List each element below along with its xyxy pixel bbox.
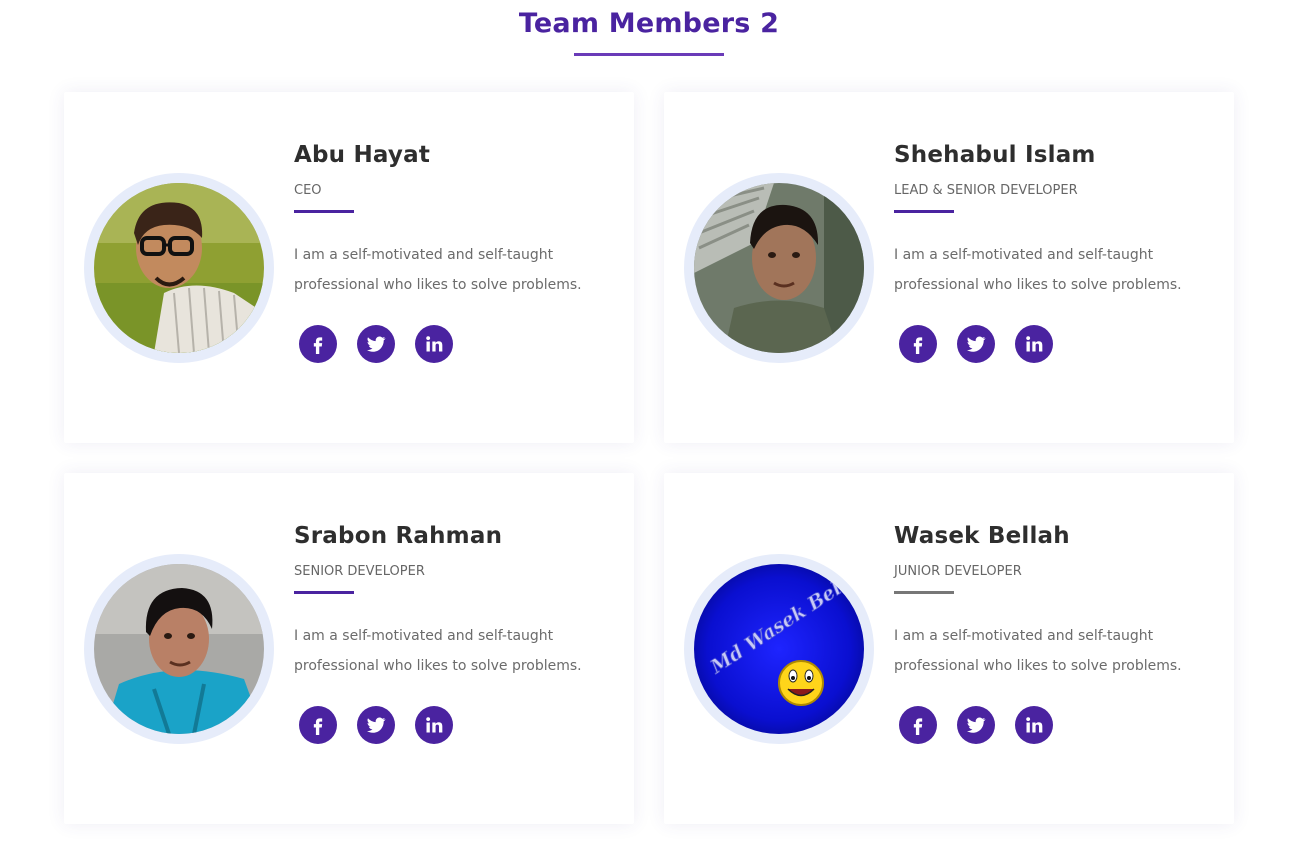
social-links (894, 706, 1214, 744)
linkedin-link[interactable] (1015, 706, 1053, 744)
twitter-link[interactable] (357, 325, 395, 363)
avatar-ring (84, 173, 274, 363)
avatar-ring: Md Wasek Bellah (684, 554, 874, 744)
social-links (294, 706, 614, 744)
avatar (94, 183, 264, 353)
member-bio: I am a self-motivated and self-taught pr… (894, 628, 1182, 674)
member-name: Wasek Bellah (894, 523, 1070, 549)
twitter-link[interactable] (957, 706, 995, 744)
twitter-icon (965, 714, 987, 736)
twitter-icon (365, 333, 387, 355)
team-card: Abu Hayat CEO I am a self-motivated and … (64, 92, 634, 443)
member-bio: I am a self-motivated and self-taught pr… (294, 247, 582, 293)
member-name: Abu Hayat (294, 142, 431, 168)
social-links (894, 325, 1214, 363)
member-name: Shehabul Islam (894, 142, 1096, 168)
member-info: Shehabul Islam LEAD & SENIOR DEVELOPER I… (894, 138, 1214, 363)
facebook-icon (908, 715, 928, 735)
team-section: Team Members 2 Abu Hayat CEO I am a self… (0, 0, 1300, 850)
twitter-link[interactable] (357, 706, 395, 744)
section-title: Team Members 2 (518, 8, 780, 39)
linkedin-link[interactable] (415, 325, 453, 363)
linkedin-icon (1024, 334, 1044, 354)
facebook-icon (308, 334, 328, 354)
twitter-link[interactable] (957, 325, 995, 363)
member-bio: I am a self-motivated and self-taught pr… (894, 247, 1182, 293)
linkedin-icon (424, 334, 444, 354)
avatar (94, 564, 264, 734)
member-name: Srabon Rahman (294, 523, 503, 549)
team-card: Srabon Rahman SENIOR DEVELOPER I am a se… (64, 473, 634, 824)
linkedin-icon (1024, 715, 1044, 735)
facebook-link[interactable] (899, 325, 937, 363)
member-info: Abu Hayat CEO I am a self-motivated and … (294, 138, 614, 363)
facebook-link[interactable] (899, 706, 937, 744)
role-divider (294, 210, 354, 213)
linkedin-link[interactable] (1015, 325, 1053, 363)
member-role: CEO (294, 183, 322, 198)
avatar (694, 183, 864, 353)
avatar: Md Wasek Bellah (694, 564, 864, 734)
facebook-icon (908, 334, 928, 354)
team-card: Shehabul Islam LEAD & SENIOR DEVELOPER I… (664, 92, 1234, 443)
team-card: Md Wasek Bellah Wasek Bellah JUNIOR DEVE… (664, 473, 1234, 824)
member-role: LEAD & SENIOR DEVELOPER (894, 183, 1078, 198)
title-underline (574, 53, 724, 56)
avatar-ring (84, 554, 274, 744)
facebook-link[interactable] (299, 706, 337, 744)
facebook-link[interactable] (299, 325, 337, 363)
linkedin-icon (424, 715, 444, 735)
avatar-ring (684, 173, 874, 363)
role-divider (894, 591, 954, 594)
member-role: SENIOR DEVELOPER (294, 564, 425, 579)
facebook-icon (308, 715, 328, 735)
social-links (294, 325, 614, 363)
member-info: Srabon Rahman SENIOR DEVELOPER I am a se… (294, 519, 614, 744)
role-divider (294, 591, 354, 594)
role-divider (894, 210, 954, 213)
twitter-icon (365, 714, 387, 736)
twitter-icon (965, 333, 987, 355)
team-grid: Abu Hayat CEO I am a self-motivated and … (64, 92, 1234, 824)
member-info: Wasek Bellah JUNIOR DEVELOPER I am a sel… (894, 519, 1214, 744)
linkedin-link[interactable] (415, 706, 453, 744)
member-role: JUNIOR DEVELOPER (894, 564, 1022, 579)
member-bio: I am a self-motivated and self-taught pr… (294, 628, 582, 674)
